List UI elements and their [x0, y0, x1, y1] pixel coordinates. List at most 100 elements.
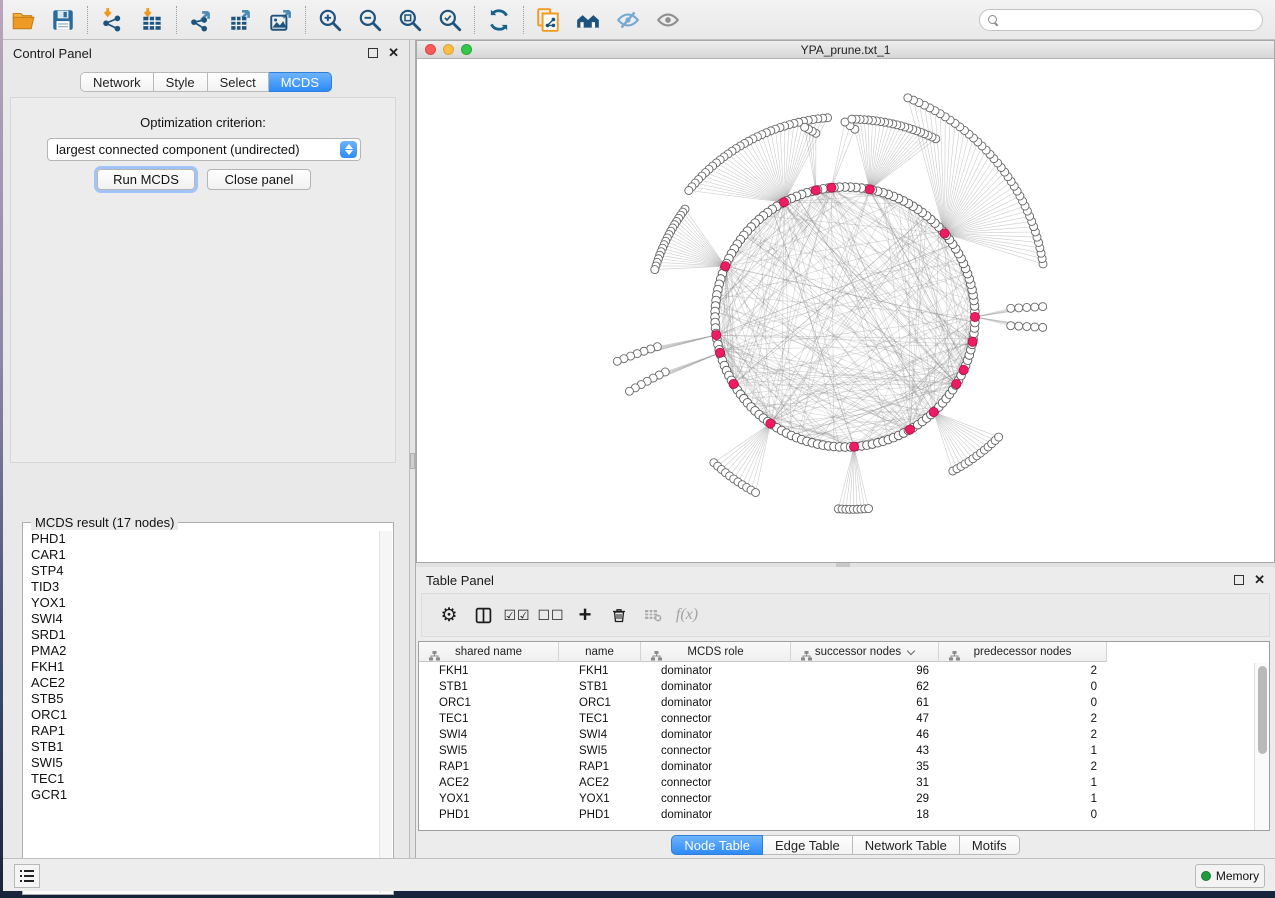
leaf-node[interactable] — [1015, 304, 1023, 312]
table-cell[interactable]: SWI5 — [559, 743, 641, 759]
table-cell[interactable]: 0 — [939, 695, 1107, 711]
float-panel-icon[interactable] — [368, 48, 378, 58]
table-cell[interactable]: TEC1 — [559, 711, 641, 727]
task-history-button[interactable] — [14, 864, 40, 888]
table-row[interactable]: YOX1YOX1connector291 — [419, 791, 1254, 807]
mcds-result-item[interactable]: YOX1 — [24, 595, 379, 611]
mcds-result-item[interactable]: RAP1 — [24, 723, 379, 739]
mcds-result-item[interactable]: SRD1 — [24, 627, 379, 643]
table-settings-icon[interactable]: ⚙ — [432, 599, 466, 631]
close-panel-button[interactable]: Close panel — [207, 169, 311, 190]
table-cell[interactable]: 46 — [791, 727, 939, 743]
table-row[interactable]: FKH1FKH1dominator962 — [419, 663, 1254, 679]
leaf-node[interactable] — [865, 505, 873, 513]
leaf-node[interactable] — [1039, 323, 1047, 331]
table-cell[interactable]: 29 — [791, 791, 939, 807]
mcds-node[interactable] — [905, 425, 914, 434]
table-cell[interactable]: YOX1 — [559, 791, 641, 807]
mcds-result-item[interactable]: PHD1 — [24, 531, 379, 547]
table-cell[interactable]: PHD1 — [559, 807, 641, 823]
tab-mcds[interactable]: MCDS — [269, 72, 332, 92]
mcds-node[interactable] — [929, 407, 938, 416]
memory-button[interactable]: Memory — [1195, 864, 1265, 888]
mcds-node[interactable] — [811, 186, 820, 195]
mcds-node[interactable] — [827, 183, 836, 192]
table-row[interactable]: ACE2ACE2connector311 — [419, 775, 1254, 791]
float-panel-icon[interactable] — [1234, 575, 1244, 585]
table-row[interactable]: ORC1ORC1dominator610 — [419, 695, 1254, 711]
table-cell[interactable]: ORC1 — [559, 695, 641, 711]
vertical-splitter[interactable] — [409, 40, 416, 858]
tab-style[interactable]: Style — [154, 72, 208, 92]
table-cell[interactable]: dominator — [641, 759, 791, 775]
mcds-node[interactable] — [865, 185, 874, 194]
table-cell[interactable]: connector — [641, 743, 791, 759]
table-cell[interactable]: SWI5 — [419, 743, 559, 759]
table-cell[interactable]: 31 — [791, 775, 939, 791]
mcds-result-item[interactable]: STB5 — [24, 691, 379, 707]
zoom-in-icon[interactable] — [310, 3, 350, 37]
table-cell[interactable]: 96 — [791, 663, 939, 679]
mcds-result-item[interactable]: FKH1 — [24, 659, 379, 675]
export-network-icon[interactable] — [181, 3, 221, 37]
unselect-all-icon[interactable]: ☐☐ — [534, 599, 568, 631]
leaf-node[interactable] — [651, 266, 659, 274]
table-cell[interactable]: 0 — [939, 679, 1107, 695]
table-cell[interactable]: 18 — [791, 807, 939, 823]
table-cell[interactable]: STB1 — [419, 679, 559, 695]
mcds-result-item[interactable]: SWI5 — [24, 755, 379, 771]
open-session-icon[interactable] — [3, 3, 43, 37]
mcds-node[interactable] — [712, 330, 721, 339]
leaf-node[interactable] — [1031, 303, 1039, 311]
run-mcds-button[interactable]: Run MCDS — [97, 169, 195, 190]
first-neighbors-icon[interactable] — [568, 3, 608, 37]
table-row[interactable]: STB1STB1dominator620 — [419, 679, 1254, 695]
mcds-node[interactable] — [729, 379, 738, 388]
table-cell[interactable]: 35 — [791, 759, 939, 775]
table-cell[interactable]: RAP1 — [559, 759, 641, 775]
import-table-icon[interactable] — [132, 3, 172, 37]
table-row[interactable]: PHD1PHD1dominator180 — [419, 807, 1254, 823]
leaf-node[interactable] — [1023, 323, 1031, 331]
table-row[interactable]: SWI4SWI4dominator462 — [419, 727, 1254, 743]
leaf-node[interactable] — [1007, 322, 1015, 330]
tab-node-table[interactable]: Node Table — [671, 835, 763, 855]
table-cell[interactable]: YOX1 — [419, 791, 559, 807]
table-row[interactable]: SWI5SWI5connector431 — [419, 743, 1254, 759]
table-row[interactable]: RAP1RAP1dominator352 — [419, 759, 1254, 775]
zoom-fit-icon[interactable] — [390, 3, 430, 37]
table-cell[interactable]: connector — [641, 791, 791, 807]
mcds-result-item[interactable]: STB1 — [24, 739, 379, 755]
leaf-node[interactable] — [1023, 303, 1031, 311]
mcds-result-item[interactable]: CAR1 — [24, 547, 379, 563]
zoom-selected-icon[interactable] — [430, 3, 470, 37]
mcds-result-item[interactable]: TEC1 — [24, 771, 379, 787]
table-cell[interactable]: ACE2 — [419, 775, 559, 791]
mcds-result-item[interactable]: GCR1 — [24, 787, 379, 803]
table-cell[interactable]: 62 — [791, 679, 939, 695]
table-cell[interactable]: FKH1 — [419, 663, 559, 679]
table-cell[interactable]: 0 — [939, 807, 1107, 823]
table-cell[interactable]: RAP1 — [419, 759, 559, 775]
leaf-node[interactable] — [625, 387, 633, 395]
close-panel-icon[interactable]: ✕ — [388, 48, 399, 58]
table-cell[interactable]: 2 — [939, 759, 1107, 775]
table-cell[interactable]: 1 — [939, 743, 1107, 759]
leaf-node[interactable] — [613, 357, 621, 365]
export-table-icon[interactable] — [221, 3, 261, 37]
leaf-node[interactable] — [995, 433, 1003, 441]
table-cell[interactable]: connector — [641, 711, 791, 727]
save-session-icon[interactable] — [43, 3, 83, 37]
function-builder-icon[interactable]: f(x) — [670, 599, 704, 631]
tab-network[interactable]: Network — [80, 72, 154, 92]
mcds-node[interactable] — [940, 229, 949, 238]
table-cell[interactable]: dominator — [641, 679, 791, 695]
mcds-result-item[interactable]: ACE2 — [24, 675, 379, 691]
table-cell[interactable]: 1 — [939, 791, 1107, 807]
table-cell[interactable]: STB1 — [559, 679, 641, 695]
add-column-icon[interactable]: + — [568, 599, 602, 631]
table-cell[interactable]: dominator — [641, 663, 791, 679]
delete-table-icon[interactable] — [636, 599, 670, 631]
mcds-node[interactable] — [970, 312, 979, 321]
tab-motifs[interactable]: Motifs — [960, 835, 1020, 855]
